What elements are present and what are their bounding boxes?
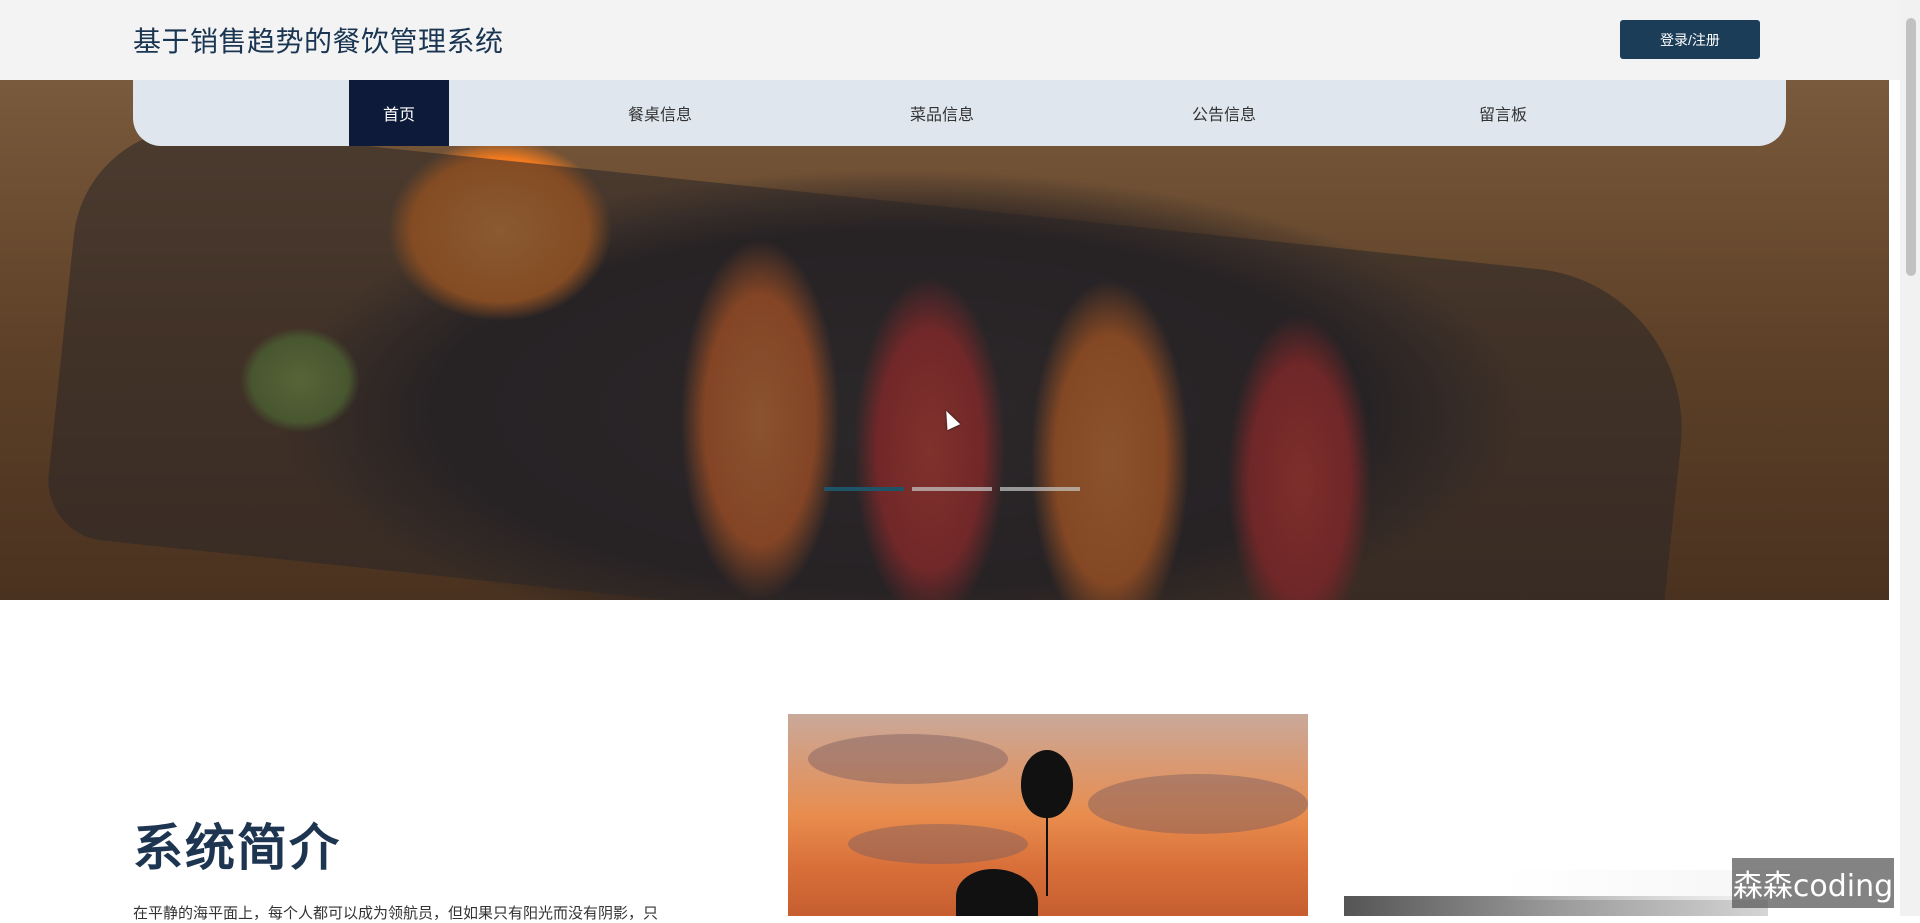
carousel-dot-3[interactable] bbox=[1000, 487, 1080, 491]
nav-item-tables[interactable]: 餐桌信息 bbox=[595, 80, 725, 146]
intro-title: 系统简介 bbox=[133, 819, 341, 877]
top-bar: 基于销售趋势的餐饮管理系统 登录/注册 bbox=[0, 0, 1900, 80]
hero-plate-shape bbox=[42, 116, 1698, 600]
hero-carousel[interactable] bbox=[0, 80, 1889, 600]
intro-text: 在平静的海平面上，每个人都可以成为领航员，但如果只有阳光而没有阴影，只 bbox=[133, 904, 659, 922]
main-nav: 首页 餐桌信息 菜品信息 公告信息 留言板 bbox=[133, 80, 1786, 146]
nav-item-messages[interactable]: 留言板 bbox=[1438, 80, 1568, 146]
login-register-button[interactable]: 登录/注册 bbox=[1620, 20, 1760, 59]
nav-item-dishes[interactable]: 菜品信息 bbox=[877, 80, 1007, 146]
girl-silhouette bbox=[956, 869, 1038, 916]
carousel-dot-2[interactable] bbox=[912, 487, 992, 491]
nav-item-home[interactable]: 首页 bbox=[349, 80, 449, 146]
site-title: 基于销售趋势的餐饮管理系统 bbox=[133, 25, 504, 58]
cloud-shape bbox=[1088, 774, 1308, 834]
carousel-indicators bbox=[824, 487, 1080, 491]
intro-image bbox=[788, 714, 1308, 916]
cloud-shape bbox=[808, 734, 1008, 784]
carousel-dot-1[interactable] bbox=[824, 487, 904, 491]
balloon-string bbox=[1046, 818, 1048, 896]
nav-item-notices[interactable]: 公告信息 bbox=[1159, 80, 1289, 146]
balloon-silhouette bbox=[1021, 750, 1073, 818]
cloud-shape bbox=[848, 824, 1028, 864]
watermark: 森森coding bbox=[1732, 858, 1894, 908]
scrollbar-thumb[interactable] bbox=[1906, 18, 1916, 276]
